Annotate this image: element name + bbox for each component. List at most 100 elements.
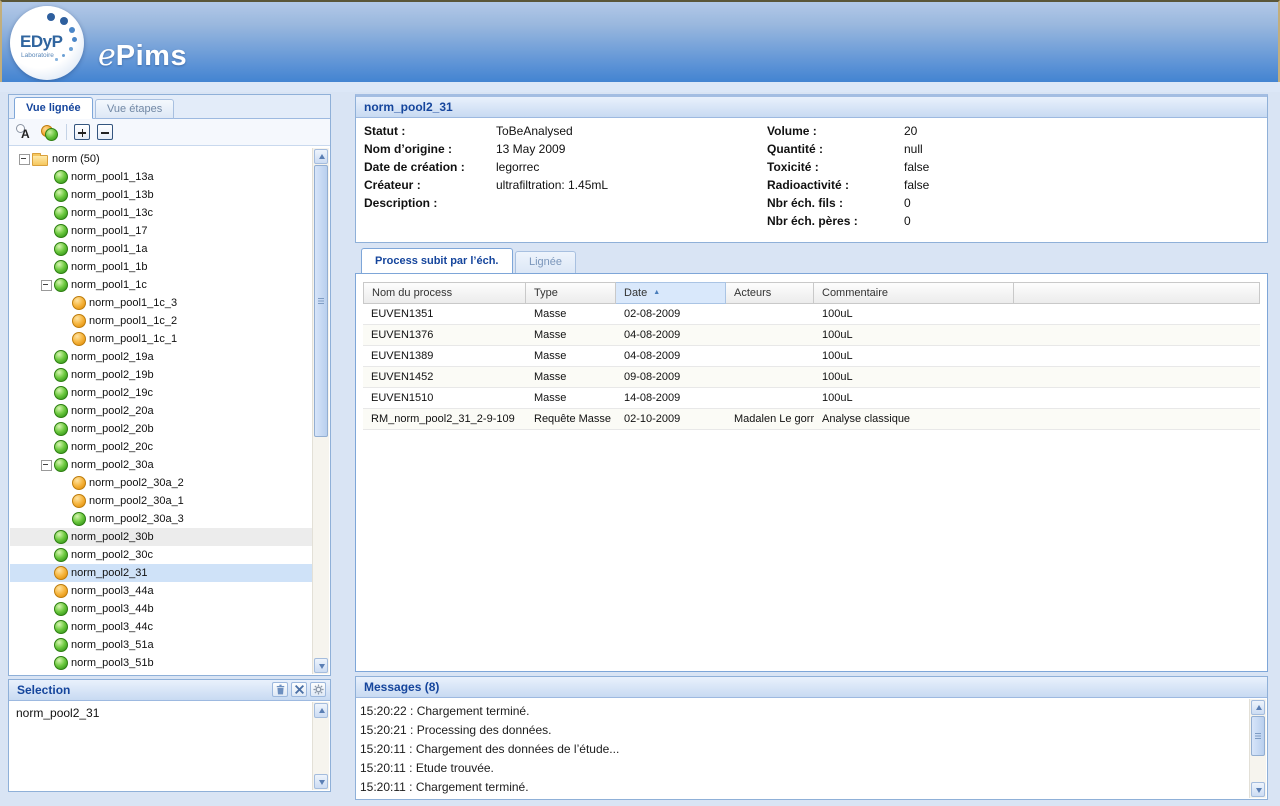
tree-item[interactable]: norm_pool1_1b <box>10 258 312 276</box>
column-header-commentaire[interactable]: Commentaire <box>814 282 1014 304</box>
tab-process[interactable]: Process subit par l’éch. <box>361 248 513 273</box>
trash-icon[interactable] <box>272 682 288 697</box>
collapse-all-button[interactable] <box>97 124 113 140</box>
tree-item[interactable]: norm_pool2_19c <box>10 384 312 402</box>
tab-lignee[interactable]: Lignée <box>515 251 576 273</box>
tree-item[interactable]: norm_pool1_13b <box>10 186 312 204</box>
scrollbar-thumb[interactable] <box>314 165 328 437</box>
tree-item[interactable]: norm_pool2_30a <box>10 456 312 474</box>
tree-item[interactable]: norm_pool1_1c_3 <box>10 294 312 312</box>
selection-scrollbar[interactable] <box>312 702 329 790</box>
field-label: Créateur : <box>364 178 496 196</box>
tree-item[interactable]: norm_pool1_17 <box>10 222 312 240</box>
green-status-icon <box>54 548 68 562</box>
logo-sub-text: Laboratoire <box>21 52 54 59</box>
field-value: 20 <box>904 124 917 142</box>
tree-item-label: norm_pool1_13b <box>70 189 154 201</box>
tree-item[interactable]: norm_pool2_20c <box>10 438 312 456</box>
green-status-icon <box>54 422 68 436</box>
table-row[interactable]: EUVEN1452Masse09-08-2009100uL <box>363 367 1260 388</box>
tree-item-label: norm (50) <box>51 153 100 165</box>
tree-item[interactable]: norm_pool1_1c_1 <box>10 330 312 348</box>
table-cell: 100uL <box>814 367 1014 387</box>
tree-item-label: norm_pool2_30a_2 <box>88 477 184 489</box>
tree-expander-spacer <box>41 186 54 204</box>
scroll-up-icon[interactable] <box>1251 700 1265 715</box>
tree-item[interactable]: norm_pool2_30a_2 <box>10 474 312 492</box>
tree-item[interactable]: norm_pool1_13a <box>10 168 312 186</box>
settings-gear-icon[interactable] <box>310 682 326 697</box>
scroll-up-icon[interactable] <box>314 703 328 718</box>
logo-dot <box>55 58 58 61</box>
messages-scrollbar[interactable] <box>1249 699 1266 798</box>
table-cell <box>1014 346 1260 366</box>
tree-expander-icon[interactable] <box>41 456 54 474</box>
column-header-nom-du-process[interactable]: Nom du process <box>363 282 526 304</box>
field-value: null <box>904 142 923 160</box>
tree-item-label: norm_pool1_1a <box>70 243 147 255</box>
app-title-name: Pims <box>116 40 187 72</box>
table-row[interactable]: EUVEN1376Masse04-08-2009100uL <box>363 325 1260 346</box>
tree-item[interactable]: norm_pool3_44a <box>10 582 312 600</box>
tree-item[interactable]: norm_pool1_1c <box>10 276 312 294</box>
tree-item[interactable]: norm_pool2_20a <box>10 402 312 420</box>
tree-item[interactable]: norm_pool3_44b <box>10 600 312 618</box>
find-text-icon[interactable]: A <box>16 124 33 140</box>
epims-app: { "colors": { "header_blue": "#4384d1", … <box>0 0 1280 806</box>
column-header-empty <box>1014 282 1260 304</box>
tree-item[interactable]: norm_pool1_1c_2 <box>10 312 312 330</box>
tree-item[interactable]: norm_pool2_30a_3 <box>10 510 312 528</box>
tree-expander-icon[interactable] <box>41 276 54 294</box>
table-row[interactable]: EUVEN1510Masse14-08-2009100uL <box>363 388 1260 409</box>
tree-item-label: norm_pool2_30a <box>70 459 154 471</box>
tree-scrollbar[interactable] <box>312 148 329 674</box>
table-cell: Madalen Le gorre <box>726 409 814 429</box>
column-header-acteurs[interactable]: Acteurs <box>726 282 814 304</box>
table-cell <box>1014 304 1260 324</box>
sample-detail-panel: norm_pool2_31 Statut :ToBeAnalysedNom d’… <box>355 94 1268 243</box>
table-cell: Masse <box>526 367 616 387</box>
field-label: Nom d’origine : <box>364 142 496 160</box>
tree-item[interactable]: norm (50) <box>10 150 312 168</box>
tab-vue-etapes[interactable]: Vue étapes <box>95 99 174 119</box>
tree-item[interactable]: norm_pool3_51a <box>10 636 312 654</box>
tree-item[interactable]: norm_pool2_30b <box>10 528 312 546</box>
table-row[interactable]: RM_norm_pool2_31_2-9-109Requête Masse02-… <box>363 409 1260 430</box>
tab-label: Lignée <box>529 256 562 268</box>
tree-item[interactable]: norm_pool2_20b <box>10 420 312 438</box>
tree-expander-spacer <box>41 402 54 420</box>
expand-all-button[interactable] <box>74 124 90 140</box>
scroll-down-icon[interactable] <box>314 658 328 673</box>
status-legend-icon[interactable] <box>40 124 58 140</box>
tree-item[interactable]: norm_pool3_44c <box>10 618 312 636</box>
table-row[interactable]: EUVEN1351Masse02-08-2009100uL <box>363 304 1260 325</box>
message-entry: 15:20:11 : Etude trouvée. <box>360 759 1246 778</box>
selection-panel: Selection norm_pool2_31 <box>8 679 331 792</box>
tree-item[interactable]: norm_pool2_19a <box>10 348 312 366</box>
column-header-date[interactable]: Date▲ <box>616 282 726 304</box>
tree-expander-icon[interactable] <box>19 150 32 168</box>
tree-item[interactable]: norm_pool3_51b <box>10 654 312 672</box>
field-label: Nbr éch. pères : <box>767 214 904 232</box>
detail-field: Volume :20 <box>767 124 929 142</box>
table-cell: 02-10-2009 <box>616 409 726 429</box>
selection-list-item[interactable]: norm_pool2_31 <box>10 702 329 720</box>
tree-expander-spacer <box>41 582 54 600</box>
field-label: Nbr éch. fils : <box>767 196 904 214</box>
scroll-down-icon[interactable] <box>314 774 328 789</box>
column-header-type[interactable]: Type <box>526 282 616 304</box>
tree-item[interactable]: norm_pool2_30c <box>10 546 312 564</box>
tree-item[interactable]: norm_pool2_31 <box>10 564 312 582</box>
scrollbar-thumb[interactable] <box>1251 716 1265 756</box>
table-row[interactable]: EUVEN1389Masse04-08-2009100uL <box>363 346 1260 367</box>
tree-item[interactable]: norm_pool2_19b <box>10 366 312 384</box>
scroll-down-icon[interactable] <box>1251 782 1265 797</box>
tree-item[interactable]: norm_pool2_30a_1 <box>10 492 312 510</box>
scroll-up-icon[interactable] <box>314 149 328 164</box>
close-icon[interactable] <box>291 682 307 697</box>
tree-item[interactable]: norm_pool1_1a <box>10 240 312 258</box>
tab-vue-lignee[interactable]: Vue lignée <box>14 97 93 119</box>
toolbar-separator <box>66 124 67 140</box>
tree-item[interactable]: norm_pool1_13c <box>10 204 312 222</box>
column-header-label: Acteurs <box>734 287 771 299</box>
